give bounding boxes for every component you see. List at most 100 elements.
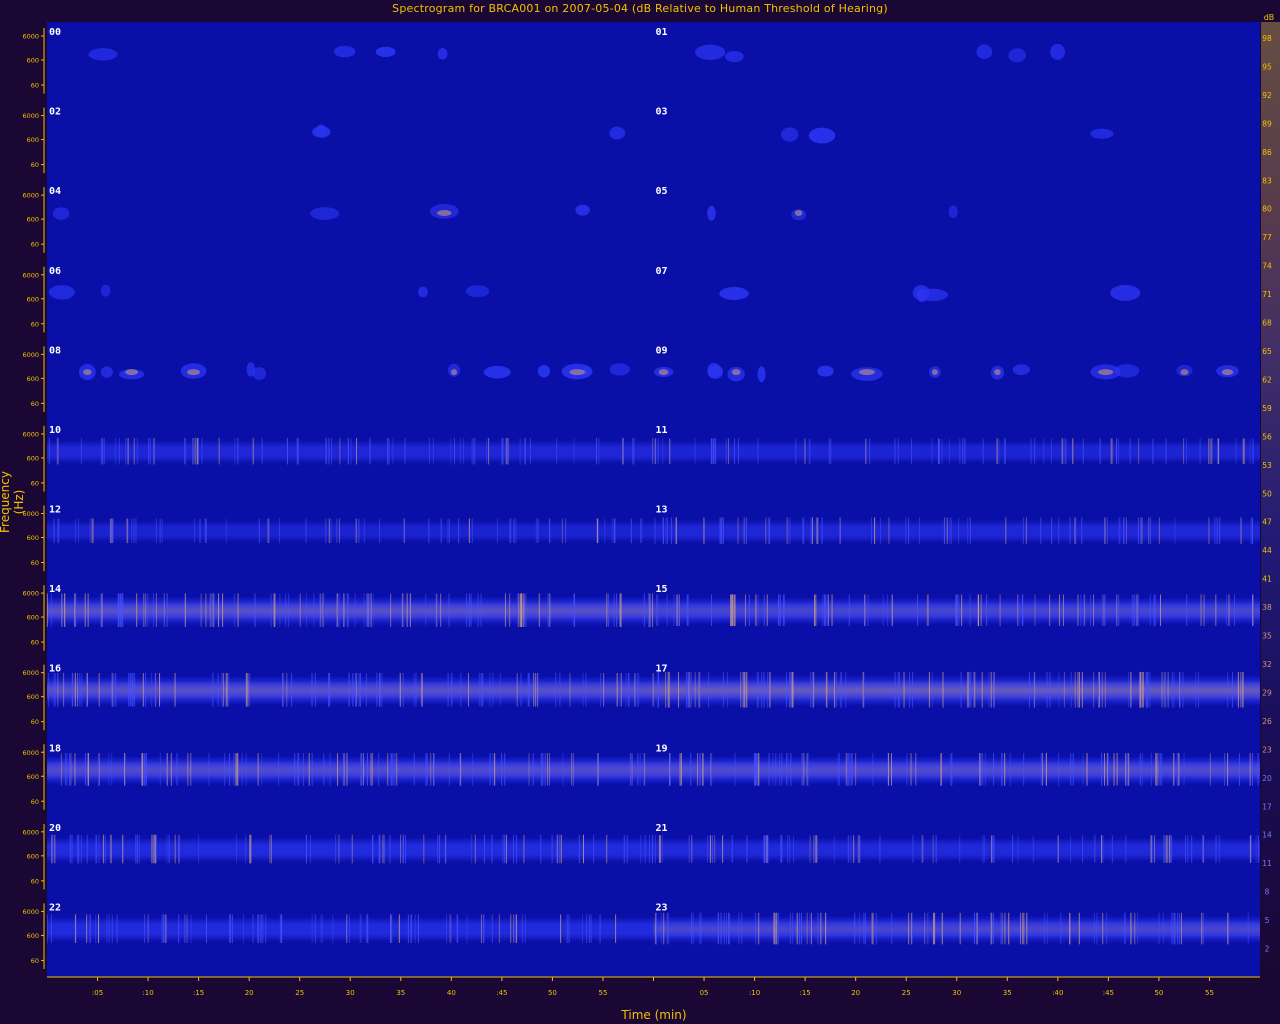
hour-label-22: 22 [49,902,61,913]
y-tick-label: 60 [31,718,39,726]
colorbar-tick-label: 20 [1262,774,1272,783]
sound-event-core [1098,369,1114,376]
y-tick-label: 600 [27,534,39,542]
sound-event-core [794,210,803,216]
sound-event-core [83,369,92,376]
y-tick-label: 60 [31,241,39,249]
y-tick-label: 6000 [22,510,39,518]
hour-label-14: 14 [49,584,61,595]
y-tick-label: 6000 [22,351,39,359]
sound-event-core [569,369,585,376]
y-tick-label: 60 [31,639,39,647]
sound-event-core [994,369,1001,376]
energy-band [653,837,1260,862]
y-tick-label: 60 [31,400,39,408]
colorbar-tick-label: 14 [1262,831,1272,840]
sound-event [437,48,448,60]
y-tick-label: 6000 [22,828,39,836]
sound-event [252,367,267,381]
y-tick-label: 60 [31,82,39,90]
sound-event-core [731,369,741,376]
sound-event-core [658,369,669,376]
sound-event [537,364,551,378]
x-tick-label: 35 [1003,989,1012,997]
y-tick-label: 600 [27,852,39,860]
energy-band-peak [653,920,1260,939]
colorbar-tick-label: 98 [1262,34,1272,43]
hour-label-00: 00 [49,27,61,38]
colorbar-tick-label: 56 [1262,432,1272,441]
sound-event [719,287,749,301]
sound-event [976,44,993,60]
x-tick-label: :45 [496,989,507,997]
hour-label-06: 06 [49,266,61,277]
colorbar-tick-label: 11 [1262,859,1272,868]
y-tick-label: 600 [27,773,39,781]
colorbar-tick-label: 74 [1262,262,1272,271]
colorbar-tick-label: 41 [1262,575,1272,584]
colorbar-tick-label: 65 [1262,347,1272,356]
y-tick-label: 600 [27,932,39,940]
colorbar-tick-label: 50 [1262,489,1272,498]
y-tick-label: 600 [27,375,39,383]
x-tick-label: 20 [245,989,254,997]
sound-event [948,205,958,219]
colorbar-tick-label: 68 [1262,319,1272,328]
sound-event [312,126,331,138]
y-tick-label: 60 [31,798,39,806]
colorbar-tick-label: 83 [1262,176,1272,185]
energy-band [47,440,654,464]
sound-event-core [450,369,458,376]
sound-event [817,365,834,377]
hour-label-03: 03 [656,107,668,118]
colorbar-tick-label: 26 [1262,717,1272,726]
sound-event [465,285,490,298]
colorbar-tick-label: 71 [1262,290,1272,299]
hour-label-05: 05 [656,186,668,197]
colorbar-tick-label: 62 [1262,375,1272,384]
x-tick-label: 20 [851,989,860,997]
x-tick-label: :10 [749,989,760,997]
y-tick-label: 60 [31,320,39,328]
sound-event [1110,284,1141,301]
y-tick-label: 600 [27,216,39,224]
sound-event-core [437,210,452,216]
sound-event [100,366,113,378]
spectrogram-background [47,22,1260,977]
colorbar-tick-label: 95 [1262,62,1272,71]
sound-event [417,286,429,298]
y-tick-label: 6000 [22,590,39,598]
y-tick-label: 6000 [22,33,39,41]
sound-event-core [187,369,200,376]
x-tick-label: 35 [396,989,405,997]
y-tick-label: 6000 [22,430,39,438]
x-tick-label: 25 [902,989,911,997]
colorbar-tick-label: 2 [1265,945,1270,954]
colorbar-tick-label: 29 [1262,688,1272,697]
y-tick-label: 6000 [22,749,39,757]
x-tick-label: 40 [447,989,456,997]
hour-label-15: 15 [656,584,668,595]
sound-event [48,285,76,300]
x-tick-label: :10 [142,989,153,997]
x-tick-label: 55 [598,989,607,997]
hour-label-13: 13 [656,505,668,516]
sound-event [808,127,836,144]
y-tick-label: 6000 [22,908,39,916]
colorbar-tick-label: 5 [1265,916,1270,925]
sound-event [1050,43,1065,60]
hour-label-19: 19 [656,743,668,754]
sound-event [609,363,630,376]
sound-event [609,126,626,140]
colorbar-tick-label: 44 [1262,546,1272,555]
sound-event [707,364,723,379]
energy-band-peak [47,601,654,621]
x-tick-label: :05 [92,989,103,997]
energy-band-peak [653,760,1260,780]
energy-band-peak [47,680,654,701]
hour-label-10: 10 [49,425,61,436]
sound-event [695,44,726,60]
y-tick-label: 60 [31,559,39,567]
sound-event-core [1180,369,1189,376]
sound-event-core [859,369,875,376]
